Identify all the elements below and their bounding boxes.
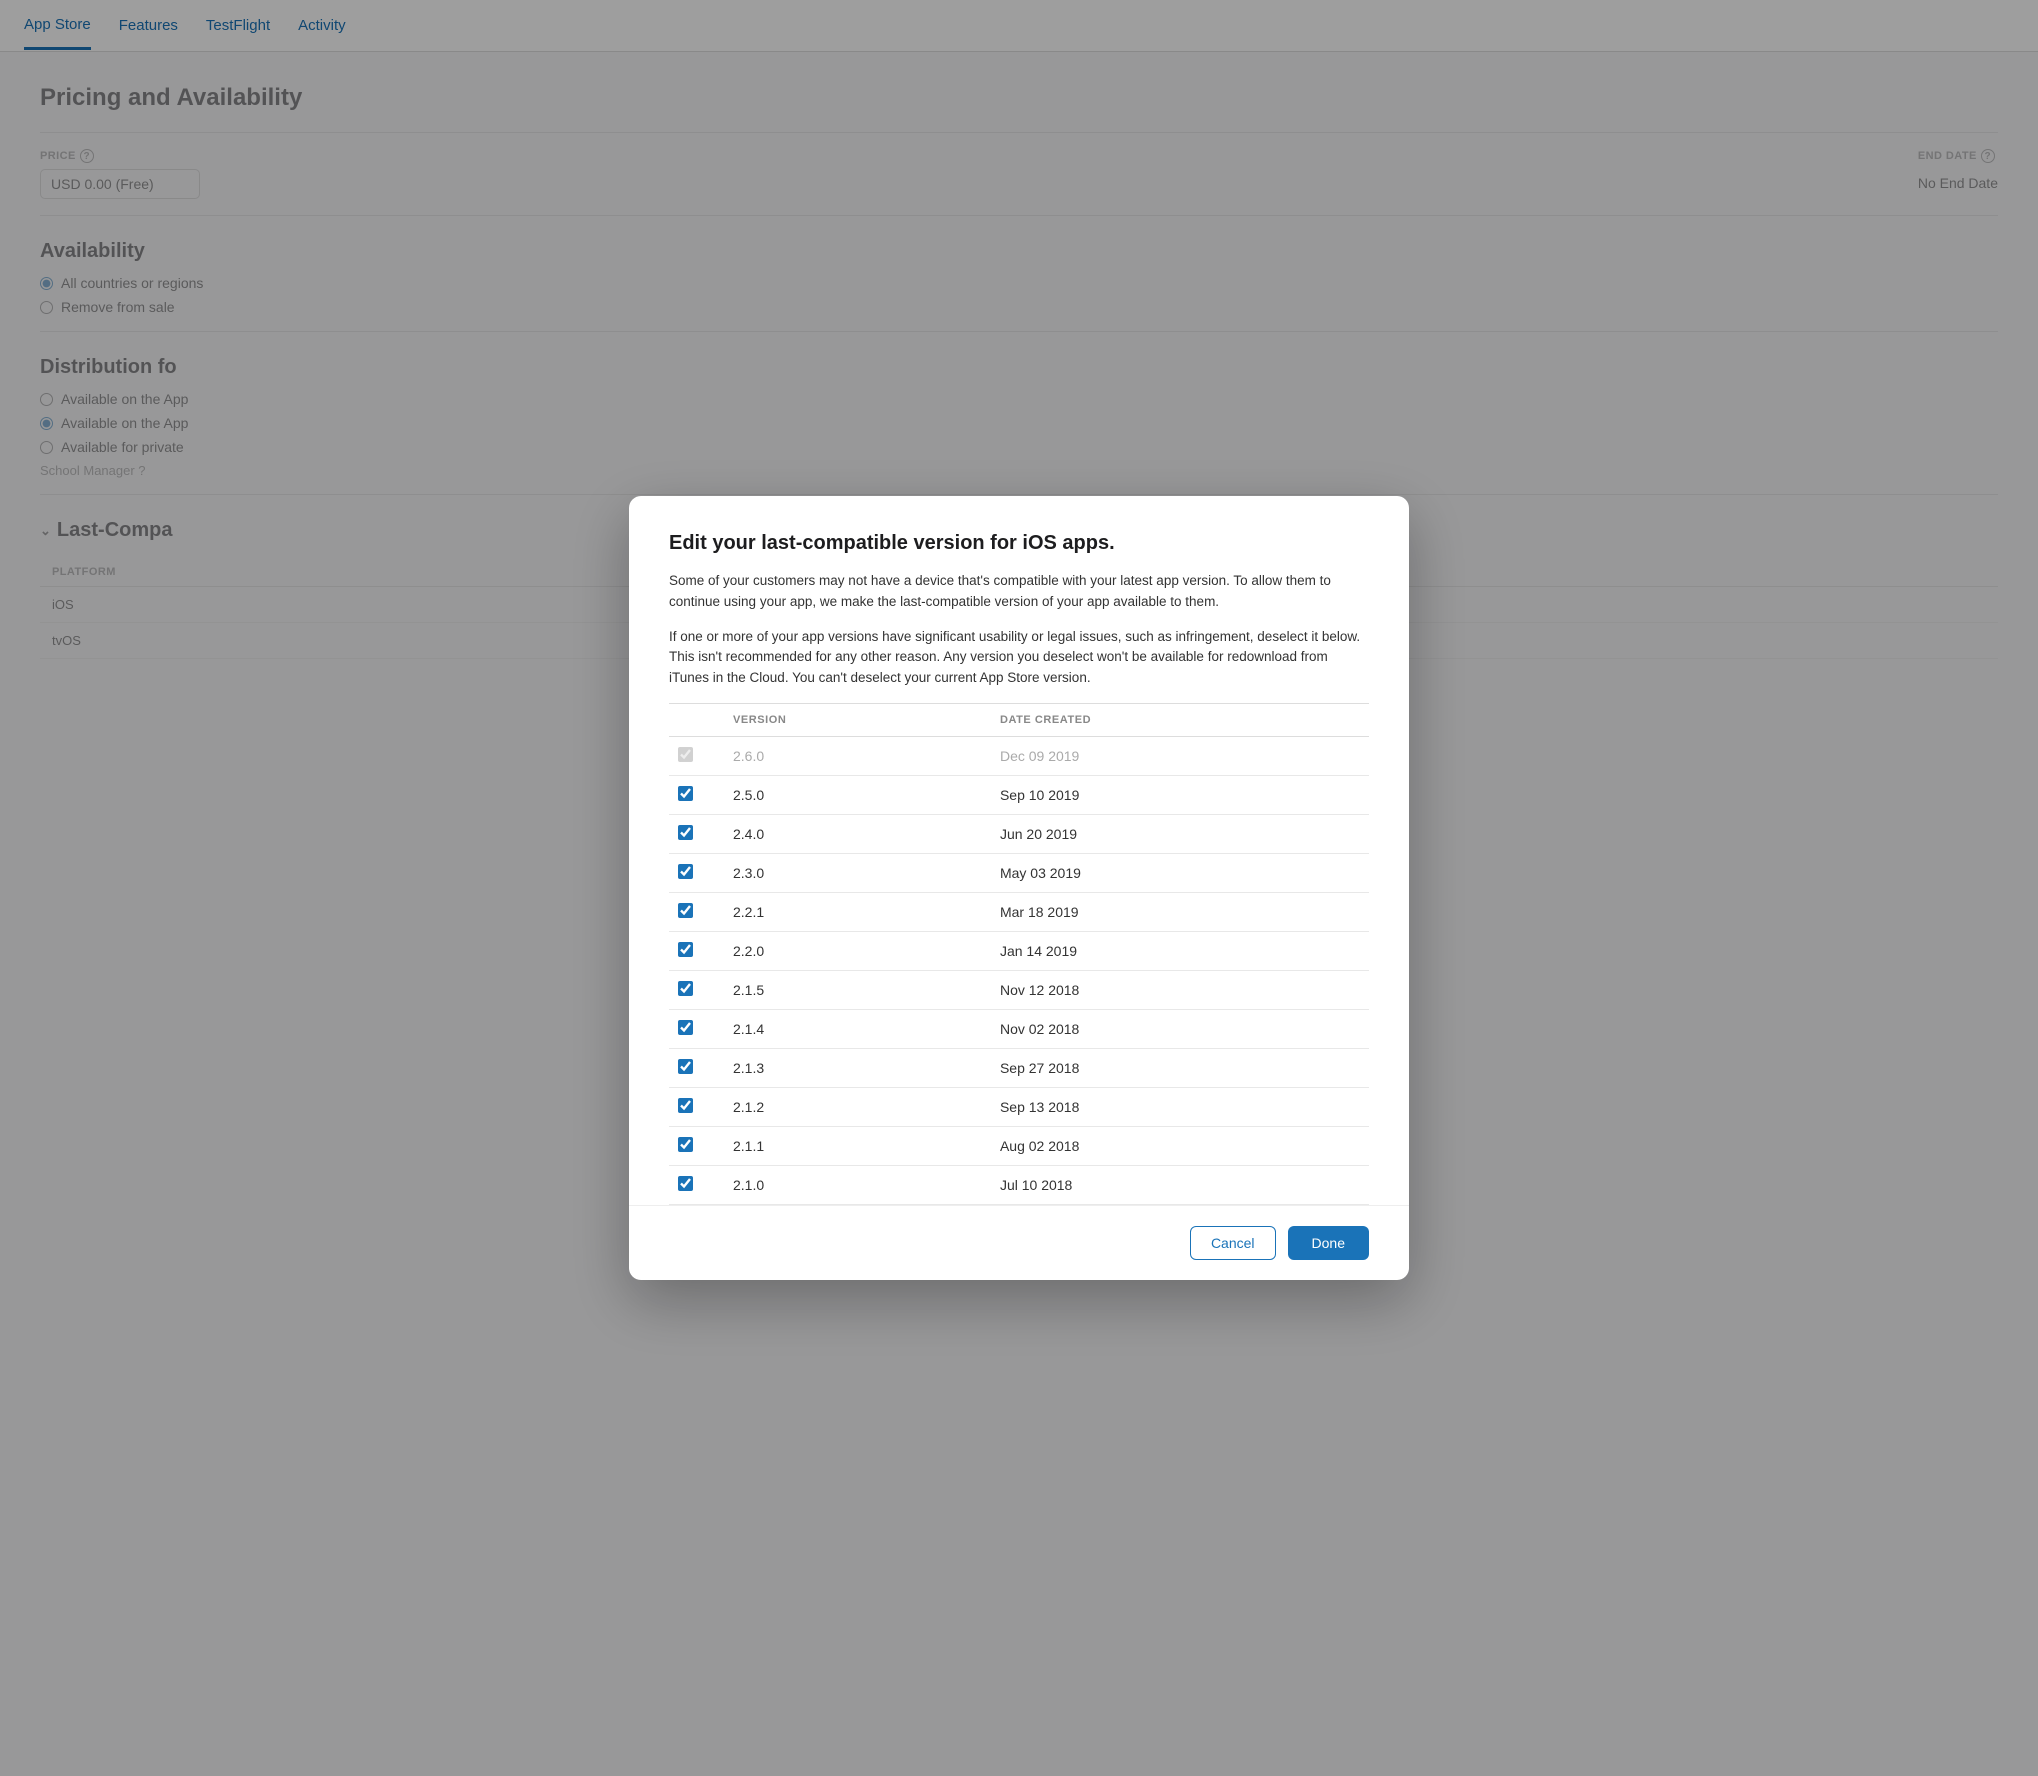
version-date: Jan 14 2019 (984, 932, 1369, 971)
version-checkbox-cell (669, 932, 717, 971)
version-number: 2.1.1 (717, 1127, 984, 1166)
version-checkbox-2.1.1[interactable] (678, 1137, 693, 1152)
version-checkbox-2.1.4[interactable] (678, 1020, 693, 1035)
version-row: 2.2.1Mar 18 2019 (669, 893, 1369, 932)
modal-dialog: Edit your last-compatible version for iO… (629, 496, 1409, 1281)
version-number: 2.4.0 (717, 815, 984, 854)
version-row: 2.1.0Jul 10 2018 (669, 1166, 1369, 1205)
version-date: Jul 10 2018 (984, 1166, 1369, 1205)
versions-table: VERSION DATE CREATED 2.6.0Dec 09 20192.5… (669, 703, 1369, 1205)
version-checkbox-cell (669, 1010, 717, 1049)
version-date: Sep 10 2019 (984, 776, 1369, 815)
version-row: 2.1.5Nov 12 2018 (669, 971, 1369, 1010)
version-number: 2.1.4 (717, 1010, 984, 1049)
version-date: Sep 27 2018 (984, 1049, 1369, 1088)
version-checkbox-2.1.0[interactable] (678, 1176, 693, 1191)
version-row: 2.1.2Sep 13 2018 (669, 1088, 1369, 1127)
version-checkbox-cell (669, 1049, 717, 1088)
modal-footer: Cancel Done (629, 1205, 1409, 1280)
version-date: Nov 12 2018 (984, 971, 1369, 1010)
version-checkbox-cell (669, 737, 717, 776)
version-checkbox-2.4.0[interactable] (678, 825, 693, 840)
version-number: 2.1.5 (717, 971, 984, 1010)
version-checkbox-cell (669, 815, 717, 854)
version-checkbox-2.6.0 (678, 747, 693, 762)
version-number: 2.1.0 (717, 1166, 984, 1205)
modal-title: Edit your last-compatible version for iO… (669, 532, 1369, 555)
version-number: 2.1.2 (717, 1088, 984, 1127)
version-row: 2.3.0May 03 2019 (669, 854, 1369, 893)
modal-body: Edit your last-compatible version for iO… (629, 496, 1409, 1206)
version-date: Sep 13 2018 (984, 1088, 1369, 1127)
version-checkbox-2.2.1[interactable] (678, 903, 693, 918)
version-checkbox-cell (669, 1127, 717, 1166)
version-date: May 03 2019 (984, 854, 1369, 893)
modal-description-2: If one or more of your app versions have… (669, 627, 1369, 690)
version-checkbox-2.1.3[interactable] (678, 1059, 693, 1074)
version-row: 2.5.0Sep 10 2019 (669, 776, 1369, 815)
version-row: 2.1.3Sep 27 2018 (669, 1049, 1369, 1088)
version-checkbox-cell (669, 971, 717, 1010)
version-checkbox-cell (669, 776, 717, 815)
modal-overlay: Edit your last-compatible version for iO… (0, 0, 2038, 1776)
version-number: 2.1.3 (717, 1049, 984, 1088)
version-checkbox-2.1.5[interactable] (678, 981, 693, 996)
modal-description-1: Some of your customers may not have a de… (669, 571, 1369, 613)
version-checkbox-2.3.0[interactable] (678, 864, 693, 879)
version-date: Aug 02 2018 (984, 1127, 1369, 1166)
version-row: 2.2.0Jan 14 2019 (669, 932, 1369, 971)
version-date: Mar 18 2019 (984, 893, 1369, 932)
version-row: 2.1.1Aug 02 2018 (669, 1127, 1369, 1166)
col-version-header: VERSION (717, 704, 984, 737)
version-date: Dec 09 2019 (984, 737, 1369, 776)
version-checkbox-2.2.0[interactable] (678, 942, 693, 957)
cancel-button[interactable]: Cancel (1190, 1226, 1276, 1260)
done-button[interactable]: Done (1288, 1226, 1369, 1260)
version-checkbox-2.5.0[interactable] (678, 786, 693, 801)
version-number: 2.2.0 (717, 932, 984, 971)
version-number: 2.6.0 (717, 737, 984, 776)
version-date: Jun 20 2019 (984, 815, 1369, 854)
version-checkbox-2.1.2[interactable] (678, 1098, 693, 1113)
col-date-header: DATE CREATED (984, 704, 1369, 737)
version-checkbox-cell (669, 854, 717, 893)
version-row: 2.1.4Nov 02 2018 (669, 1010, 1369, 1049)
version-date: Nov 02 2018 (984, 1010, 1369, 1049)
version-number: 2.3.0 (717, 854, 984, 893)
version-row: 2.6.0Dec 09 2019 (669, 737, 1369, 776)
version-number: 2.5.0 (717, 776, 984, 815)
version-checkbox-cell (669, 1088, 717, 1127)
version-checkbox-cell (669, 893, 717, 932)
version-checkbox-cell (669, 1166, 717, 1205)
col-check-header (669, 704, 717, 737)
version-row: 2.4.0Jun 20 2019 (669, 815, 1369, 854)
version-number: 2.2.1 (717, 893, 984, 932)
